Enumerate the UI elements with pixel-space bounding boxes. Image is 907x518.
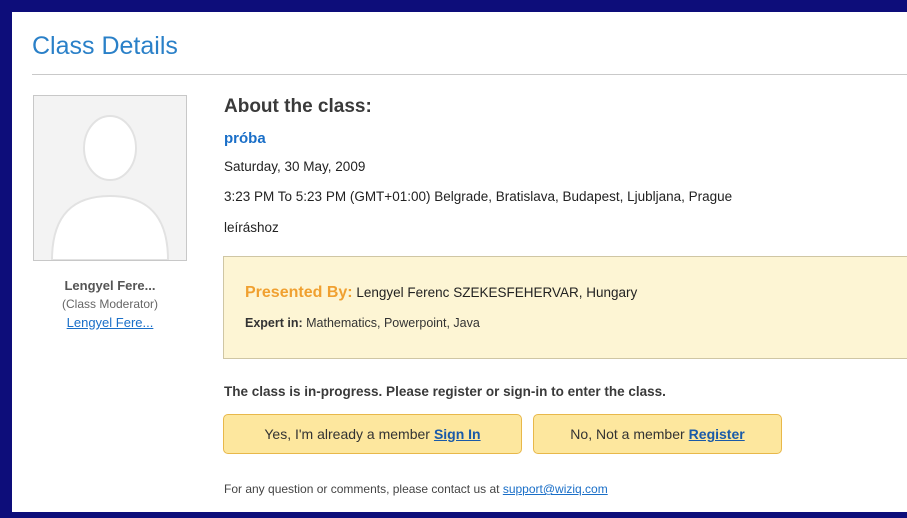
presenter-name: Lengyel Ferenc (356, 285, 450, 300)
title-divider (32, 74, 907, 75)
about-heading: About the class: (224, 96, 372, 117)
presenter-line: Presented By: Lengyel Ferenc SZEKESFEHER… (245, 284, 637, 302)
sign-in-prefix: Yes, I'm already a member (264, 426, 430, 442)
register-link[interactable]: Register (689, 426, 745, 442)
expert-value: Mathematics, Powerpoint, Java (306, 316, 480, 330)
class-date: Saturday, 30 May, 2009 (224, 159, 366, 174)
moderator-name: Lengyel Fere... (64, 278, 156, 293)
contact-line: For any question or comments, please con… (224, 482, 608, 496)
class-time: 3:23 PM To 5:23 PM (GMT+01:00) Belgrade,… (224, 189, 733, 204)
user-silhouette-icon (34, 96, 186, 260)
expert-line: Expert in: Mathematics, Powerpoint, Java (245, 316, 480, 330)
presenter-box: Presented By: Lengyel Ferenc SZEKESFEHER… (223, 256, 907, 359)
class-description: leíráshoz (224, 220, 279, 235)
moderator-profile-link[interactable]: Lengyel Fere... (33, 315, 187, 330)
sign-in-button[interactable]: Yes, I'm already a member Sign In (223, 414, 522, 454)
presenter-location: SZEKESFEHERVAR, Hungary (453, 285, 638, 300)
support-email-link[interactable]: support@wiziq.com (503, 482, 608, 496)
register-button[interactable]: No, Not a member Register (533, 414, 782, 454)
avatar (33, 95, 187, 261)
contact-text: For any question or comments, please con… (224, 482, 500, 496)
class-name: próba (224, 130, 266, 147)
page-title: Class Details (32, 32, 178, 60)
moderator-role: (Class Moderator) (61, 297, 159, 311)
class-status-message: The class is in-progress. Please registe… (224, 384, 666, 399)
expert-label: Expert in: (245, 316, 303, 330)
class-details-panel: Class Details Lengyel Fere... (Class Mod… (12, 12, 907, 512)
sign-in-link[interactable]: Sign In (434, 426, 481, 442)
presented-by-label: Presented By: (245, 284, 353, 301)
register-prefix: No, Not a member (570, 426, 685, 442)
